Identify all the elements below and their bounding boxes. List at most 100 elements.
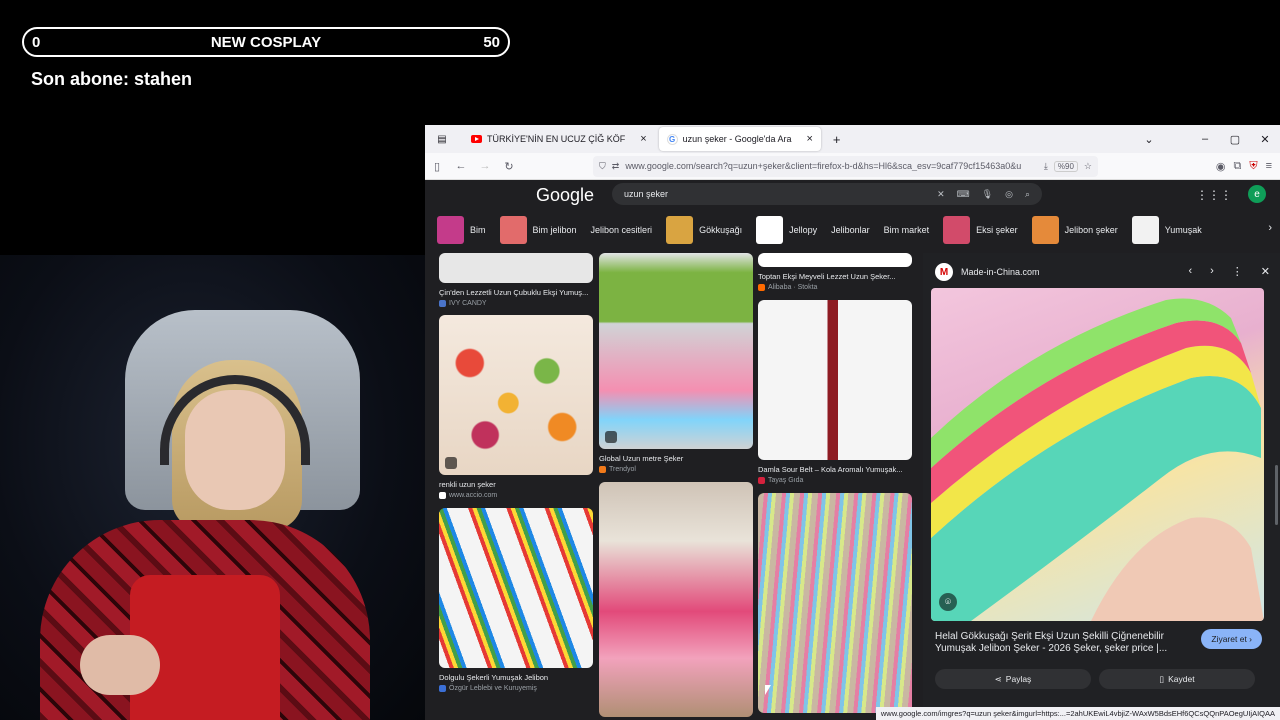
search-box[interactable]: uzun şeker ✕ ⌨ 🎙 ◎ ⌕ [612, 183, 1042, 205]
result-source: Alibaba · Stokta [758, 284, 912, 291]
chip[interactable]: Bim market [884, 225, 944, 235]
source-favicon [758, 284, 765, 291]
image-result[interactable]: Damla Sour Belt – Kola Aromalı Yumuşak..… [758, 300, 912, 484]
tab-list-icon[interactable]: ▤ [425, 134, 459, 145]
chip[interactable]: Jelibon cesitleri [591, 225, 667, 235]
zoom-level[interactable]: %90 [1053, 160, 1078, 172]
image-results-grid: Çin'den Lezzetli Uzun Çubuklu Ekşi Yumuş… [439, 253, 915, 720]
ublock-icon[interactable]: ⛨ [1249, 160, 1257, 173]
search-icon[interactable]: ⌕ [1025, 189, 1030, 200]
chip[interactable]: Gökkuşağı [666, 216, 756, 244]
apps-grid-icon[interactable]: ⋮⋮⋮ [1196, 188, 1232, 202]
more-options-icon[interactable]: ⋮ [1232, 265, 1243, 278]
minimize-icon[interactable]: – [1190, 133, 1220, 145]
subscriber-goal-bar: 0 NEW COSPLAY 50 [22, 27, 510, 57]
image-result[interactable]: Toptan Ekşi Meyveli Lezzet Uzun Şeker...… [758, 253, 912, 291]
close-icon[interactable]: ✕ [1261, 265, 1270, 278]
google-header: Google uzun şeker ✕ ⌨ 🎙 ◎ ⌕ ⋮⋮⋮ e [425, 180, 1280, 210]
image-result[interactable]: renkli uzun şeker www.accio.com [439, 315, 593, 499]
chevron-right-icon[interactable]: › [1268, 222, 1272, 234]
tab-label: uzun şeker - Google'da Ara [682, 134, 792, 144]
close-icon[interactable]: × [640, 133, 646, 145]
preview-actions: ⋖ Paylaş ▯ Kaydet [935, 669, 1255, 689]
result-image [758, 253, 912, 267]
close-window-icon[interactable]: ✕ [1250, 133, 1280, 146]
reload-icon[interactable]: ↻ [497, 160, 521, 173]
share-icon: ⋖ [994, 673, 1002, 684]
save-button[interactable]: ▯ Kaydet [1099, 669, 1255, 689]
result-source: IVY CANDY [439, 300, 593, 307]
mouse-cursor [765, 685, 771, 695]
keyboard-icon[interactable]: ⌨ [957, 189, 970, 200]
source-favicon [758, 477, 765, 484]
preview-title[interactable]: Helal Gökkuşağı Şerit Ekşi Uzun Şekilli … [935, 631, 1180, 655]
goal-current: 0 [32, 33, 41, 51]
chip[interactable]: Bim jelibon [499, 216, 591, 244]
chip-label: Eksi şeker [976, 225, 1018, 235]
result-image [758, 493, 912, 713]
share-button[interactable]: ⋖ Paylaş [935, 669, 1091, 689]
permissions-icon[interactable]: ⇄ [612, 161, 620, 172]
close-icon[interactable]: × [806, 133, 812, 145]
chevron-right-icon[interactable]: › [1210, 265, 1214, 278]
account-icon[interactable]: ◉ [1216, 160, 1226, 173]
source-favicon [439, 300, 446, 307]
image-result[interactable]: Çin'den Lezzetli Uzun Çubuklu Ekşi Yumuş… [439, 253, 593, 307]
camera-lens-icon[interactable]: ◎ [1005, 189, 1013, 200]
search-input[interactable]: uzun şeker [624, 189, 925, 199]
avatar[interactable]: e [1248, 185, 1266, 203]
result-image [599, 482, 753, 717]
chip[interactable]: Eksi şeker [943, 216, 1032, 244]
source-label: www.accio.com [449, 492, 498, 499]
source-label: Trendyol [609, 466, 636, 473]
new-tab-icon[interactable]: + [833, 132, 841, 147]
chevron-left-icon[interactable]: ‹ [1188, 265, 1192, 278]
chip[interactable]: Jelibonlar [831, 225, 884, 235]
chip-thumbnail [756, 216, 784, 244]
forward-icon[interactable]: → [473, 160, 497, 172]
firefox-window: ▤ TÜRKİYE'NİN EN UCUZ ÇİĞ KÖF × G uzun ş… [425, 125, 1280, 720]
image-result[interactable]: Global Uzun metre Şeker Trendyol [599, 253, 753, 473]
google-logo[interactable]: Google [536, 185, 594, 206]
source-label: IVY CANDY [449, 300, 487, 307]
menu-icon[interactable]: ≡ [1266, 160, 1272, 173]
back-icon[interactable]: ← [449, 160, 473, 172]
scrollbar[interactable] [1275, 465, 1278, 525]
result-image [439, 508, 593, 668]
video-badge-icon [605, 431, 617, 443]
microphone-icon[interactable]: 🎙 [982, 189, 993, 200]
chip[interactable]: Jelibon şeker [1031, 216, 1132, 244]
maximize-icon[interactable]: ▢ [1220, 133, 1250, 146]
tab-google-search[interactable]: G uzun şeker - Google'da Ara × [658, 127, 821, 151]
download-icon[interactable]: ⤓ [1044, 161, 1048, 172]
extensions-icon[interactable]: ⧉ [1233, 160, 1241, 173]
preview-image[interactable]: ⌾ [931, 288, 1264, 621]
shield-icon[interactable]: ⛉ [599, 161, 606, 172]
chip-thumbnail [1031, 216, 1059, 244]
source-label: Alibaba · Stokta [768, 284, 818, 291]
result-source: www.accio.com [439, 492, 593, 499]
visit-button[interactable]: Ziyaret et › [1201, 629, 1262, 649]
preview-site-name[interactable]: Made-in-China.com [961, 267, 1040, 277]
chip[interactable]: Jellopy [756, 216, 831, 244]
tab-youtube[interactable]: TÜRKİYE'NİN EN UCUZ ÇİĞ KÖF × [463, 127, 655, 151]
chip-label: Bim market [883, 225, 930, 235]
address-bar[interactable]: ⛉ ⇄ www.google.com/search?q=uzun+şeker&c… [593, 155, 1098, 177]
toolbar-right: ◉ ⧉ ⛨ ≡ [1216, 160, 1280, 173]
google-icon: G [666, 133, 678, 145]
chip[interactable]: Bim [437, 216, 500, 244]
status-bar-url: www.google.com/imgres?q=uzun şeker&imgur… [875, 707, 1280, 720]
image-result[interactable] [758, 493, 912, 713]
image-result[interactable] [599, 482, 753, 717]
sidebar-icon[interactable]: ▯ [425, 160, 449, 173]
chip[interactable]: Yumuşak [1131, 216, 1216, 244]
chip-label: Jelibonlar [831, 225, 870, 235]
chip-label: Jellopy [789, 225, 818, 235]
clear-icon[interactable]: ✕ [937, 189, 945, 200]
lens-search-icon[interactable]: ⌾ [939, 593, 957, 611]
chip-label: Jelibon şeker [1064, 225, 1118, 235]
bookmark-star-icon[interactable]: ☆ [1084, 161, 1092, 172]
chevron-down-icon[interactable]: ⌄ [1134, 133, 1164, 146]
chip-thumbnail [943, 216, 971, 244]
image-result[interactable]: Dolgulu Şekerli Yumuşak Jelibon Özgür Le… [439, 508, 593, 692]
